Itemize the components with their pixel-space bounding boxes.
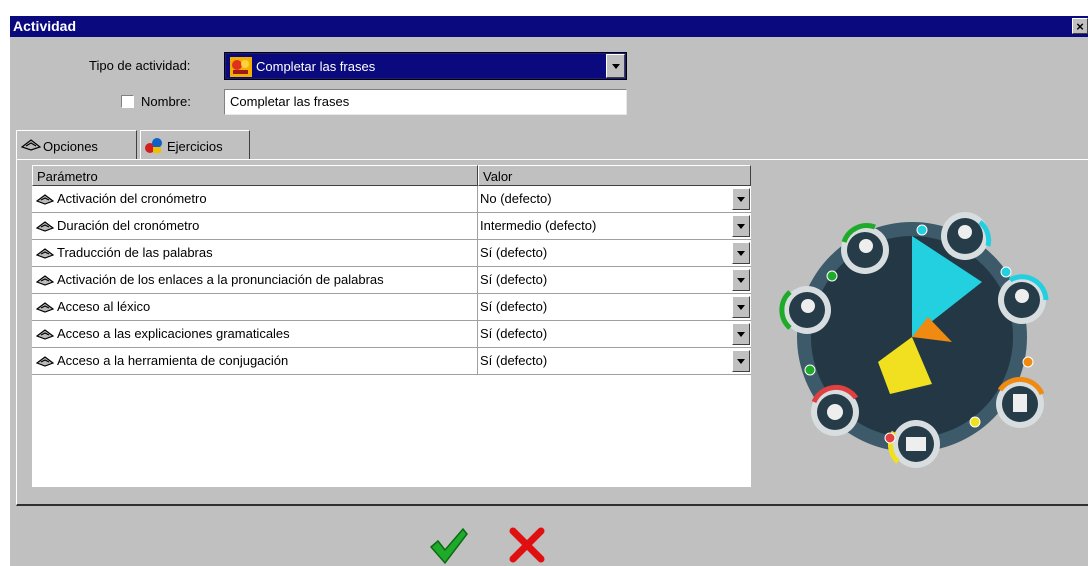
parameter-cell: Acceso a las explicaciones gramaticales — [36, 326, 476, 344]
activity-dialog: Actividad × Tipo de actividad: Completar… — [10, 16, 1088, 566]
options-icon — [36, 356, 55, 367]
value-label: Sí (defecto) — [480, 272, 548, 287]
parameter-label: Duración del cronómetro — [57, 218, 200, 233]
parameter-cell: Traducción de las palabras — [36, 245, 476, 263]
table-row[interactable]: Acceso al léxico Sí (defecto) — [32, 294, 751, 321]
tab-label: Opciones — [43, 139, 98, 154]
parameter-label: Acceso a las explicaciones gramaticales — [57, 326, 290, 341]
pronunciation-icon — [998, 274, 1049, 324]
cancel-button[interactable] — [509, 527, 545, 563]
value-label: Sí (defecto) — [480, 353, 548, 368]
parameter-label: Traducción de las palabras — [57, 245, 213, 260]
value-label: Sí (defecto) — [480, 326, 548, 341]
options-icon — [36, 194, 55, 205]
activity-type-select[interactable]: Completar las frases — [224, 52, 627, 80]
writing-icon — [996, 376, 1045, 428]
tab-ejercicios[interactable]: Ejercicios — [140, 130, 250, 160]
parameter-label: Acceso a la herramienta de conjugación — [57, 353, 289, 368]
table-row[interactable]: Activación de los enlaces a la pronuncia… — [32, 267, 751, 294]
chevron-down-icon[interactable] — [732, 269, 750, 291]
parameter-cell: Duración del cronómetro — [36, 218, 476, 236]
options-icon — [36, 275, 55, 286]
value-label: Intermedio (defecto) — [480, 218, 597, 233]
oral-icon — [779, 286, 831, 334]
activity-type-label: Tipo de actividad: — [89, 58, 191, 73]
options-icon — [36, 302, 55, 313]
parameter-label: Acceso al léxico — [57, 299, 151, 314]
table-row[interactable]: Duración del cronómetro Intermedio (defec… — [32, 213, 751, 240]
chevron-down-icon[interactable] — [732, 323, 750, 345]
parameters-table: Parámetro Valor Activación del cronómetr… — [32, 165, 751, 487]
parameter-cell: Activación del cronómetro — [36, 191, 476, 209]
options-icon — [36, 329, 55, 340]
table-row[interactable]: Acceso a la herramienta de conjugación Sí… — [32, 348, 751, 375]
chevron-down-icon[interactable] — [732, 242, 750, 264]
chevron-down-icon[interactable] — [732, 296, 750, 318]
exercises-icon — [145, 138, 162, 153]
title-bar: Actividad × — [10, 16, 1088, 37]
options-icon — [21, 139, 41, 151]
chevron-down-icon[interactable] — [732, 188, 750, 210]
parameter-label: Activación del cronómetro — [57, 191, 207, 206]
table-row[interactable]: Acceso a las explicaciones gramaticales S… — [32, 321, 751, 348]
ok-button[interactable] — [429, 527, 469, 565]
culture-icon — [811, 384, 859, 436]
column-header-valor[interactable]: Valor — [478, 165, 751, 186]
activity-type-value: Completar las frases — [256, 59, 376, 74]
skills-wheel — [779, 212, 1049, 468]
value-label: Sí (defecto) — [480, 299, 548, 314]
name-label: Nombre: — [141, 94, 191, 109]
close-button[interactable]: × — [1072, 18, 1088, 34]
speaking-icon — [941, 212, 992, 260]
cross-icon — [509, 527, 545, 563]
chevron-down-icon[interactable] — [732, 215, 750, 237]
column-header-label: Valor — [483, 169, 513, 184]
activity-type-selected: Completar las frases — [226, 54, 606, 78]
value-label: No (defecto) — [480, 191, 552, 206]
checkmark-icon — [429, 527, 468, 565]
tab-opciones[interactable]: Opciones — [16, 130, 137, 160]
complete-sentences-icon — [230, 57, 252, 77]
tab-label: Ejercicios — [167, 139, 223, 154]
name-field[interactable]: Completar las frases — [224, 89, 627, 115]
name-value: Completar las frases — [230, 94, 350, 109]
table-row[interactable]: Activación del cronómetro No (defecto) — [32, 186, 751, 213]
options-icon — [36, 221, 55, 232]
column-header-label: Parámetro — [37, 169, 98, 184]
chevron-down-icon[interactable] — [732, 350, 750, 372]
options-icon — [36, 248, 55, 259]
chevron-down-icon[interactable] — [606, 54, 625, 78]
table-row[interactable]: Traducción de las palabras Sí (defecto) — [32, 240, 751, 267]
name-checkbox[interactable] — [121, 95, 134, 108]
value-label: Sí (defecto) — [480, 245, 548, 260]
parameter-label: Activación de los enlaces a la pronuncia… — [57, 272, 384, 287]
parameter-cell: Acceso al léxico — [36, 299, 476, 317]
parameter-cell: Acceso a la herramienta de conjugación — [36, 353, 476, 371]
column-header-parametro[interactable]: Parámetro — [32, 165, 478, 186]
window-title: Actividad — [13, 18, 77, 34]
parameter-cell: Activación de los enlaces a la pronuncia… — [36, 272, 476, 290]
